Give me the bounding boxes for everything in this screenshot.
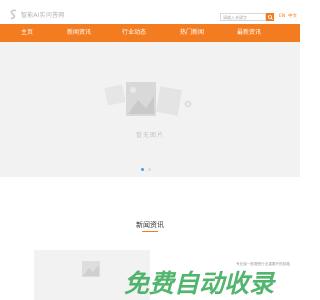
- watermark-text: 免费自动收录: [124, 269, 275, 298]
- carousel-dot-2[interactable]: [148, 168, 151, 171]
- main-nav: 主页 新闻资讯 行业动态 热门新闻 最新资讯: [0, 24, 300, 42]
- nav-item-home[interactable]: 主页: [21, 24, 33, 42]
- logo-icon: [9, 9, 18, 20]
- carousel-dots: [141, 168, 151, 171]
- nav-item-news[interactable]: 新闻资讯: [67, 24, 91, 42]
- lang-cn-link[interactable]: 中文: [288, 14, 297, 20]
- image-placeholder-icon: [82, 261, 100, 277]
- nav-item-latest[interactable]: 最新资讯: [237, 24, 261, 42]
- no-image-placeholder: 暂无图片: [92, 80, 208, 150]
- site-header: 智能AI实问答网 EN 中文: [0, 0, 300, 24]
- nav-item-industry[interactable]: 行业动态: [122, 24, 146, 42]
- logo-text: 智能AI实问答网: [21, 12, 65, 19]
- nav-item-hot-news[interactable]: 热门新闻: [180, 24, 204, 42]
- site-logo[interactable]: 智能AI实问答网: [9, 9, 64, 20]
- search-button[interactable]: [266, 13, 274, 21]
- carousel-dot-1[interactable]: [141, 168, 144, 171]
- banner-carousel[interactable]: 暂无图片: [0, 42, 300, 177]
- lang-en-link[interactable]: EN: [279, 14, 285, 20]
- search-icon: [267, 14, 273, 20]
- image-placeholder-icon: [104, 82, 192, 116]
- section-underline: [142, 231, 158, 232]
- placeholder-text: 暂无图片: [135, 132, 164, 139]
- search-input[interactable]: [220, 13, 266, 21]
- news-section-title: 新闻资讯: [136, 221, 164, 229]
